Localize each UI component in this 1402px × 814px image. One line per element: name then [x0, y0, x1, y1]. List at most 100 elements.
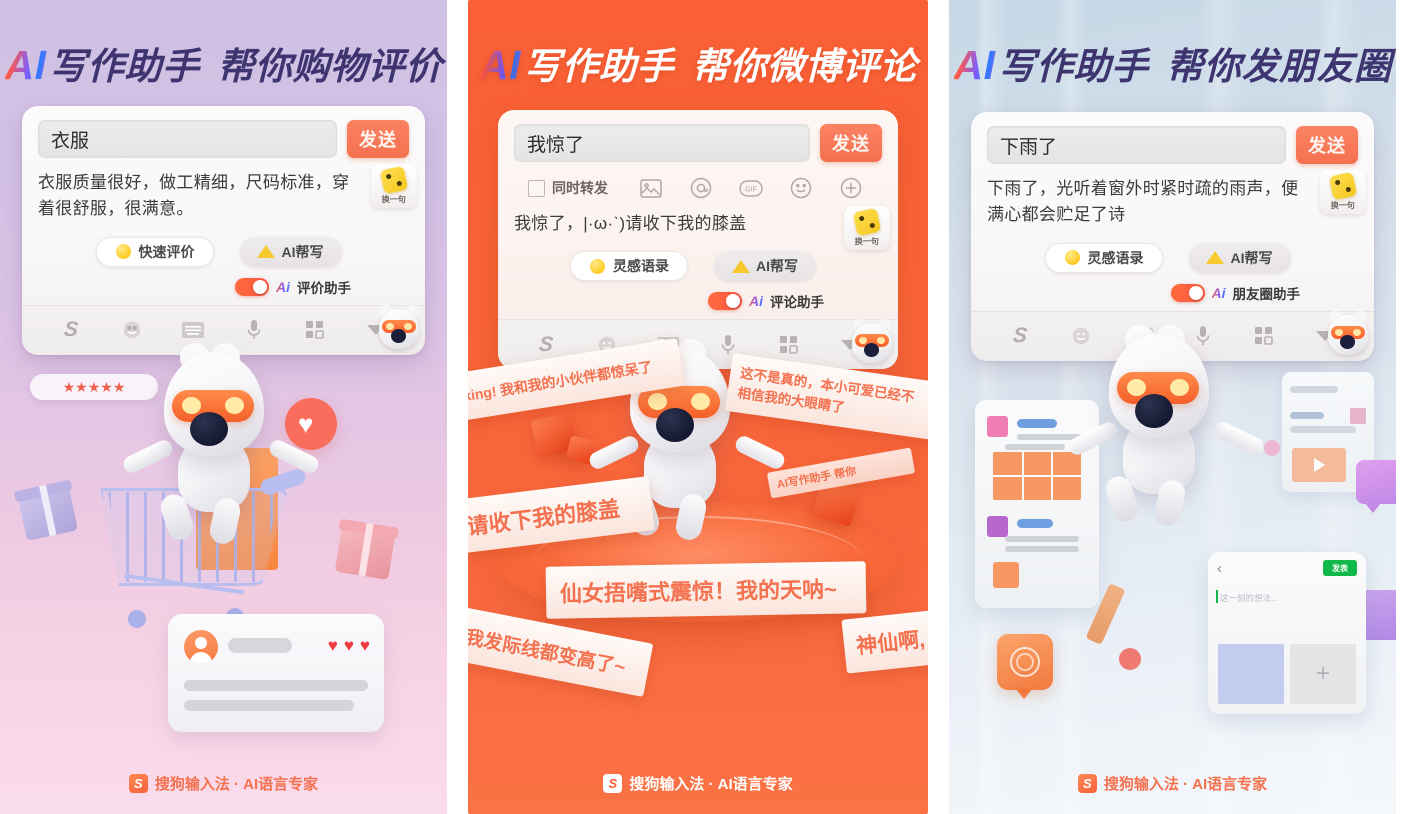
- pencil-icon: [731, 258, 750, 275]
- page-title: AI写作助手 帮你购物评价: [0, 36, 447, 90]
- tag-square-pink: [987, 416, 1008, 437]
- video-thumbnail: [1292, 448, 1346, 482]
- ai-write-button[interactable]: AI帮写: [239, 236, 342, 267]
- inspiration-quotes-button[interactable]: 灵感语录: [570, 251, 688, 282]
- keyboard-card: 我惊了 发送 同时转发 GIF 我惊了，|·ω·ˋ)请收下我的膝盖 换一句 灵感…: [498, 110, 898, 370]
- headline-tail-label: 帮你发朋友圈: [1166, 46, 1392, 87]
- sogou-logo-icon[interactable]: S: [56, 316, 86, 344]
- keyboard-card: 衣服 发送 衣服质量很好，做工精细，尺码标准，穿着很舒服，很满意。 换一句 快速…: [22, 106, 425, 355]
- gift-box-pink-icon: [334, 518, 400, 580]
- moments-input-placeholder[interactable]: 这一刻的想法...: [1215, 590, 1278, 604]
- publish-button[interactable]: 发表: [1323, 560, 1357, 576]
- emoji-icon[interactable]: [788, 175, 814, 201]
- camera-bubble-icon: [997, 634, 1053, 699]
- back-icon[interactable]: ‹: [1217, 560, 1222, 577]
- pencil-icon: [1206, 249, 1224, 266]
- sogou-logo-icon: S: [128, 774, 148, 793]
- tag-square-pink: [1350, 408, 1366, 424]
- keyboard-body: 我惊了 发送 同时转发 GIF 我惊了，|·ω·ˋ)请收下我的膝盖 换一句 灵感…: [498, 110, 898, 319]
- action-pills: 快速评价 AI帮写: [38, 236, 409, 267]
- input-row: 下雨了 发送: [987, 126, 1358, 164]
- ai-write-button[interactable]: AI帮写: [714, 251, 816, 282]
- microphone-icon[interactable]: [239, 316, 269, 344]
- dot-pink-icon: [1264, 440, 1280, 456]
- brand-label: 搜狗输入法 · AI语言专家: [629, 776, 793, 793]
- send-button[interactable]: 发送: [1296, 126, 1358, 164]
- grid-icon[interactable]: [300, 316, 330, 344]
- add-photo-button[interactable]: +: [1290, 644, 1356, 704]
- text-line: [1005, 444, 1065, 450]
- emoji-icon[interactable]: [1066, 322, 1096, 350]
- page-title: AI写作助手 帮你微博评论: [468, 36, 928, 90]
- tag-square-purple: [987, 516, 1008, 537]
- brand-footer: S 搜狗输入法 · AI语言专家: [949, 773, 1396, 794]
- weibo-illustration: king! 我和我的小伙伴都惊呆了 这不是真的，本小可爱已经不 相信我的大眼睛了…: [468, 333, 928, 772]
- lamp-icon: [589, 258, 606, 275]
- sogou-logo-icon[interactable]: S: [1005, 322, 1035, 350]
- gif-icon[interactable]: GIF: [738, 175, 764, 201]
- moments-compose-card: ‹ 发表 这一刻的想法... +: [1208, 552, 1366, 714]
- mascot-peek-icon: [377, 302, 421, 353]
- image-icon[interactable]: [638, 175, 664, 201]
- refresh-label: 换一句: [1330, 200, 1356, 210]
- poster-set: AI写作助手 帮你购物评价 衣服 发送 衣服质量很好，做工精细，尺码标准，穿着很舒…: [0, 0, 1402, 814]
- plus-icon[interactable]: [838, 175, 864, 201]
- review-line: [184, 680, 368, 691]
- assistant-toggle-row: Ai 评价助手: [38, 277, 409, 297]
- suggestion-text: 我惊了，|·ω·ˋ)请收下我的膝盖: [514, 214, 747, 233]
- at-icon[interactable]: [688, 175, 714, 201]
- ribbon-quote: 我发际线都变高了~: [468, 605, 654, 697]
- gift-box-purple-icon: [13, 479, 79, 541]
- ribbon-quote: 仙女捂嘴式震惊！我的天呐~: [545, 561, 867, 619]
- refresh-label: 换一句: [381, 194, 407, 204]
- toggle-knob: [253, 279, 267, 294]
- toggle-label: 朋友圈助手: [1232, 286, 1301, 302]
- toggle-knob: [726, 294, 740, 309]
- pencil-icon: [257, 243, 275, 260]
- title-bar: [1017, 419, 1057, 428]
- assistant-toggle[interactable]: [708, 292, 742, 311]
- keyboard-body: 下雨了 发送 下雨了，光听着窗外时紧时疏的雨声，便满心都会贮足了诗 换一句 灵感…: [971, 112, 1374, 311]
- lamp-icon: [115, 243, 132, 260]
- mascot-character: [1065, 319, 1267, 534]
- shopping-illustration: ★★★★★ ♥ ♥ ♥ ♥: [0, 337, 447, 772]
- brand-label: 搜狗输入法 · AI语言专家: [154, 776, 319, 793]
- suggestion-text: 衣服质量很好，做工精细，尺码标准，穿着很舒服，很满意。: [38, 173, 350, 219]
- send-button[interactable]: 发送: [820, 124, 882, 162]
- svg-text:GIF: GIF: [745, 186, 757, 193]
- ai-write-button[interactable]: AI帮写: [1188, 242, 1291, 273]
- thumbnail: [993, 562, 1019, 588]
- send-button[interactable]: 发送: [347, 120, 409, 158]
- attached-photo: [1218, 644, 1284, 704]
- search-input[interactable]: 衣服: [38, 120, 337, 158]
- heart-icon: ♥: [359, 636, 370, 655]
- refresh-suggestion-button[interactable]: 换一句: [1320, 170, 1366, 214]
- refresh-suggestion-button[interactable]: 换一句: [844, 206, 890, 250]
- search-input[interactable]: 我惊了: [514, 124, 810, 162]
- keyboard-icon[interactable]: [178, 316, 208, 344]
- mascot-character: [120, 337, 322, 552]
- headline-ai-label: AI: [479, 42, 524, 88]
- poster-panel-moments: AI写作助手 帮你发朋友圈 下雨了 发送 下雨了，光听着窗外时紧时疏的雨声，便满心…: [949, 0, 1396, 814]
- headline-rest-label: 写作助手: [524, 46, 674, 87]
- emoji-icon[interactable]: [117, 316, 147, 344]
- moments-illustration: ‹ 发表 这一刻的想法... +: [949, 319, 1396, 772]
- page-title: AI写作助手 帮你发朋友圈: [949, 36, 1396, 90]
- keyboard-body: 衣服 发送 衣服质量很好，做工精细，尺码标准，穿着很舒服，很满意。 换一句 快速…: [22, 106, 425, 305]
- headline-rest-label: 写作助手: [998, 46, 1149, 87]
- quick-review-label: 快速评价: [138, 243, 195, 260]
- ribbon-quote: 神仙啊,: [841, 608, 928, 674]
- repost-checkbox[interactable]: [528, 179, 545, 197]
- assistant-toggle[interactable]: [235, 277, 269, 296]
- inspiration-quotes-button[interactable]: 灵感语录: [1044, 242, 1163, 273]
- inspiration-quotes-label: 灵感语录: [613, 258, 669, 275]
- refresh-suggestion-button[interactable]: 换一句: [371, 164, 417, 208]
- quick-review-button[interactable]: 快速评价: [95, 236, 214, 267]
- assistant-toggle[interactable]: [1170, 283, 1205, 302]
- star-rating-label: ★★★★★: [62, 378, 126, 395]
- ai-write-label: AI帮写: [1230, 249, 1273, 266]
- grid-icon[interactable]: [1249, 322, 1279, 350]
- text-line: [1005, 536, 1079, 542]
- weibo-options-row: 同时转发 GIF: [514, 175, 882, 201]
- search-input[interactable]: 下雨了: [987, 126, 1286, 164]
